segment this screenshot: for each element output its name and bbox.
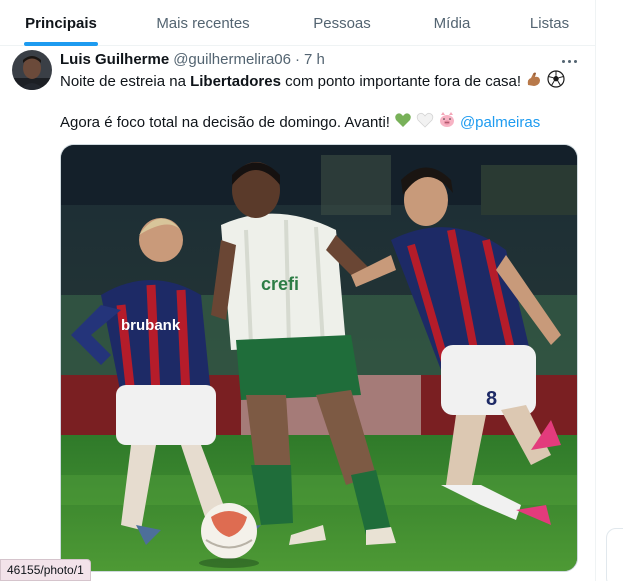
soccer-ball-icon (547, 70, 565, 94)
tab-label: Mais recentes (156, 14, 250, 32)
player-number-text: 8 (486, 388, 497, 410)
tab-principais[interactable]: Principais (0, 0, 122, 46)
green-heart-icon (394, 111, 412, 135)
tab-pessoas[interactable]: Pessoas (284, 0, 400, 46)
tweet-text-line1: Noite de estreia na Libertadores com pon… (60, 70, 565, 94)
author-name[interactable]: Luis Guilherme (60, 51, 169, 68)
sponsor-left-text: brubank (121, 317, 181, 334)
avatar[interactable] (12, 50, 52, 90)
more-icon[interactable] (558, 50, 580, 72)
text-segment: com ponto importante fora de casa! (280, 73, 522, 90)
text-segment: Agora é foco total na decisão de domingo… (60, 114, 390, 131)
tweet-header: Luis Guilherme @guilhermelira06 · 7 h (60, 51, 325, 68)
tweet[interactable]: Luis Guilherme @guilhermelira06 · 7 h No… (0, 46, 595, 581)
tab-listas[interactable]: Listas (504, 0, 595, 46)
pig-face-icon (438, 111, 456, 135)
status-url-tooltip: 46155/photo/1 (0, 559, 91, 581)
sponsor-center-text: crefi (261, 274, 299, 294)
white-heart-icon (416, 111, 434, 135)
tweet-time[interactable]: 7 h (304, 51, 325, 68)
tab-label: Listas (529, 14, 570, 32)
tab-label: Principais (25, 14, 97, 32)
sidebar-card-edge (606, 528, 623, 581)
flexed-bicep-icon (525, 70, 543, 94)
tab-midia[interactable]: Mídia (400, 0, 504, 46)
tab-mais-recentes[interactable]: Mais recentes (122, 0, 284, 46)
tweet-text-line2: Agora é foco total na decisão de domingo… (60, 111, 540, 135)
author-handle[interactable]: @guilhermelira06 (173, 51, 291, 68)
football-match-image: brubank crefi 8 (61, 145, 577, 571)
search-tabs: Principais Mais recentes Pessoas Mídia L… (0, 0, 595, 46)
tab-label: Pessoas (313, 14, 371, 32)
tab-label: Mídia (433, 14, 471, 32)
text-bold-libertadores: Libertadores (190, 73, 281, 90)
text-segment: Noite de estreia na (60, 73, 191, 90)
mention-link-palmeiras[interactable]: @palmeiras (460, 113, 540, 133)
tweet-photo[interactable]: brubank crefi 8 (60, 144, 578, 572)
separator-dot: · (294, 51, 300, 68)
column-divider (595, 0, 596, 581)
